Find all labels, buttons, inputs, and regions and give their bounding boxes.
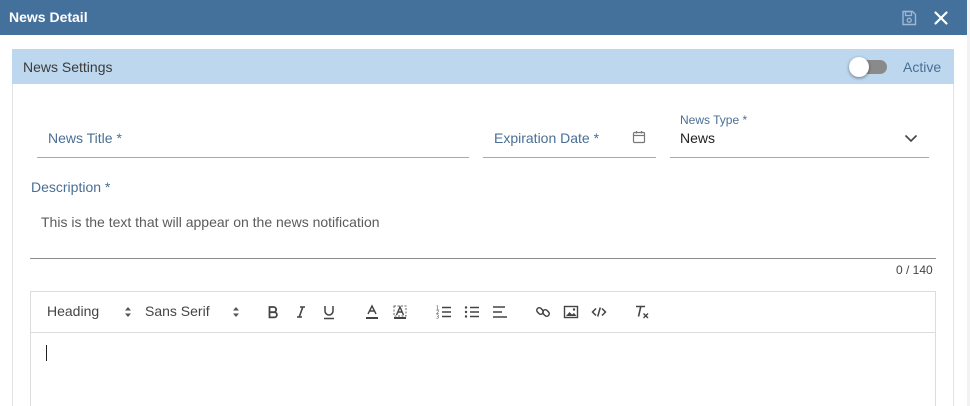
svg-text:3: 3 [436,315,439,320]
image-icon[interactable] [561,302,581,322]
align-icon[interactable] [490,302,510,322]
news-title-label[interactable]: News Title * [48,130,122,146]
highlight-icon[interactable] [390,302,410,322]
clear-format-icon[interactable] [632,302,652,322]
active-toggle[interactable] [849,57,891,77]
ordered-list-icon[interactable]: 123 [434,302,454,322]
description-label: Description * [31,179,111,195]
panel-title: News Settings [23,59,113,75]
underline-icon[interactable] [319,302,339,322]
dialog-titlebar: News Detail [0,0,967,35]
description-underline [30,258,936,259]
news-type-label: News Type * [680,113,748,127]
news-type-value[interactable]: News [680,130,715,146]
close-icon[interactable] [931,8,951,28]
bold-icon[interactable] [263,302,283,322]
save-icon[interactable] [900,9,918,27]
expiration-date-label[interactable]: Expiration Date * [494,130,599,146]
font-color-icon[interactable] [362,302,382,322]
editor-text-cursor [46,345,47,361]
news-title-input[interactable] [37,157,469,158]
italic-icon[interactable] [291,302,311,322]
heading-select[interactable]: Heading [47,303,99,319]
code-icon[interactable] [589,302,609,322]
news-type-select[interactable] [670,157,929,158]
description-textarea[interactable]: This is the text that will appear on the… [41,214,380,230]
character-counter: 0 / 140 [896,263,933,277]
heading-select-arrows-icon [124,305,132,319]
editor-toolbar: Heading Sans Serif 123 [30,291,936,333]
calendar-icon[interactable] [632,130,646,144]
active-label: Active [903,59,942,75]
panel-header: News Settings Active [12,49,954,84]
font-select[interactable]: Sans Serif [145,303,210,319]
toggle-knob [849,57,869,77]
font-select-arrows-icon [232,305,240,319]
chevron-down-icon[interactable] [903,130,919,146]
expiration-date-input[interactable] [483,157,656,158]
link-icon[interactable] [533,302,553,322]
bullet-list-icon[interactable] [462,302,482,322]
dialog-title: News Detail [9,9,88,25]
